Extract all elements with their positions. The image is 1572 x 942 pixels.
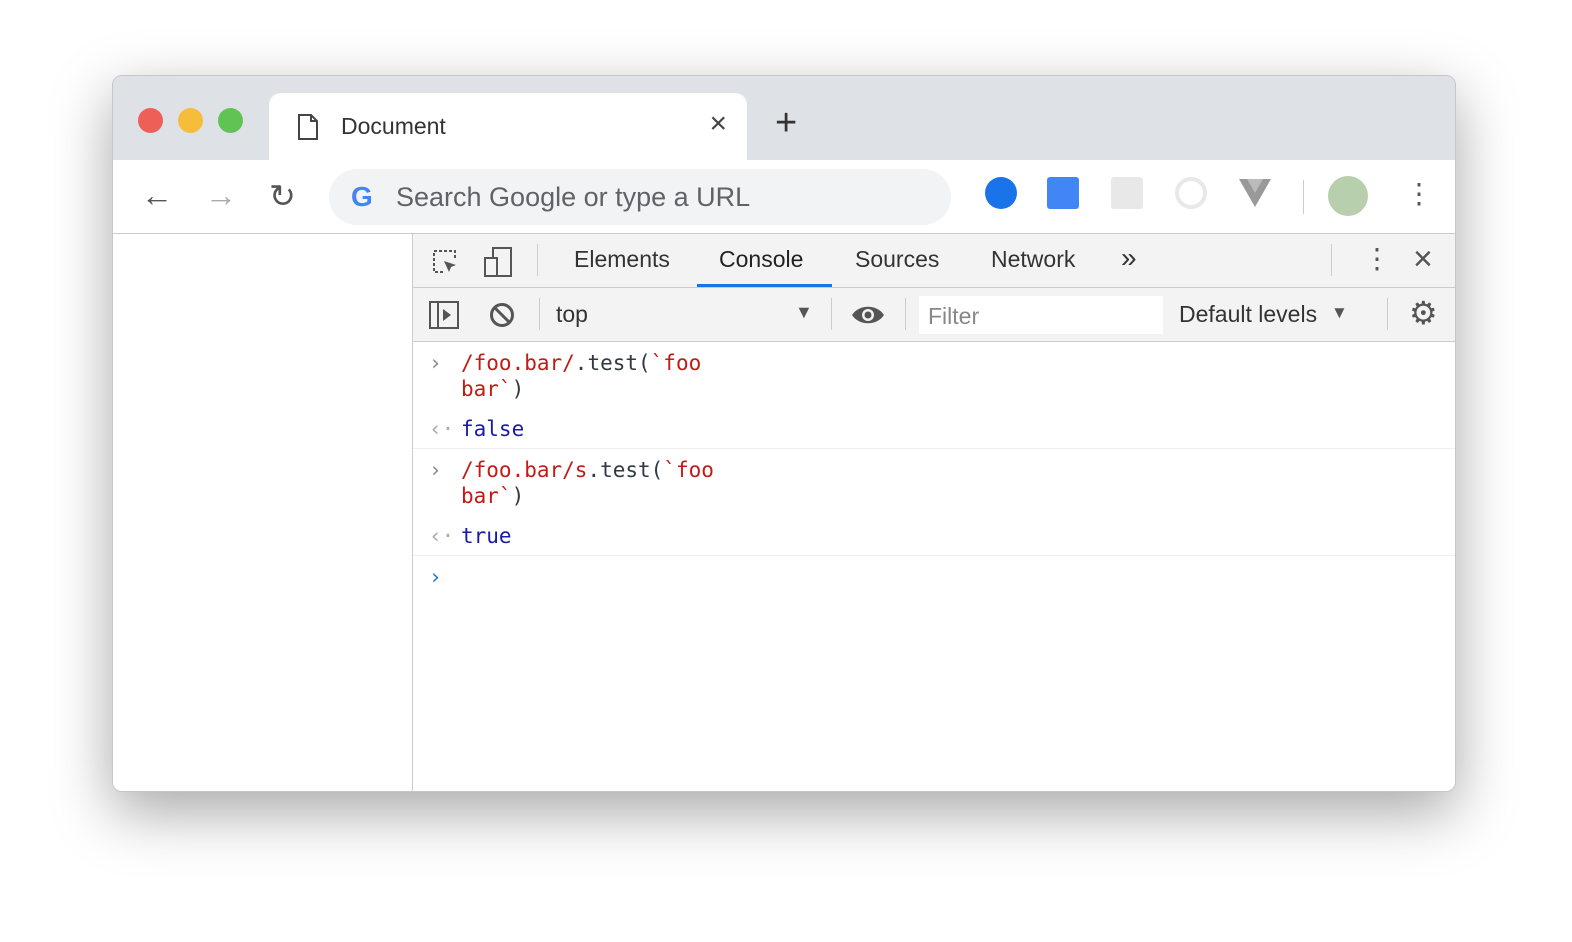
regex-literal: /foo.bar/ [461,351,575,375]
divider [831,298,832,330]
browser-menu-icon[interactable]: ⋮ [1405,177,1433,210]
input-prompt-icon: › [429,351,442,375]
filter-placeholder: Filter [928,303,980,329]
log-levels-dropdown[interactable]: Default levels [1179,301,1317,328]
extension-circle-icon[interactable] [1175,177,1207,209]
inspect-element-icon[interactable] [431,248,459,276]
regex-literal: /foo.bar/s [461,458,588,482]
reload-button[interactable]: ↻ [269,177,296,215]
console-input-entry: › /foo.bar/s.test(`foo bar`) [413,449,1455,515]
tab-title: Document [341,113,446,139]
google-icon: G [351,181,373,212]
string-literal: bar` [461,377,512,401]
console-prompt-input[interactable]: › [413,556,1455,791]
code-text: ) [511,484,525,508]
forward-button[interactable]: → [205,177,237,214]
divider [537,244,538,276]
console-result-entry: ‹· false [413,408,1455,449]
result-arrow-icon: ‹· [429,417,455,441]
profile-avatar[interactable] [1328,176,1368,216]
tab-strip: Document × + [113,76,1455,160]
omnibox[interactable]: G Search Google or type a URL [329,169,951,225]
divider [905,298,906,330]
document-icon [298,114,318,140]
new-tab-button[interactable]: + [775,102,797,145]
close-window-button[interactable] [138,108,163,133]
vue-devtools-icon[interactable] [1239,177,1271,209]
tab-console[interactable]: Console [719,246,803,273]
code-text: .test( [574,351,651,375]
code-text: ) [511,377,525,401]
minimize-window-button[interactable] [178,108,203,133]
tab-elements[interactable]: Elements [574,246,670,273]
tab-network[interactable]: Network [991,246,1075,273]
react-devtools-icon[interactable] [1111,177,1143,209]
page-content [113,234,413,791]
console-toolbar: top ▼ Filter Default levels ▼ ⚙ [413,288,1455,342]
browser-window: Document × + ← → ↻ G Search Google or ty… [112,75,1456,792]
divider [1331,244,1332,276]
device-toolbar-icon[interactable] [483,246,515,278]
tab-sources[interactable]: Sources [855,246,939,273]
filter-input[interactable]: Filter [919,296,1163,334]
devtools-tab-bar: Elements Console Sources Network » ⋮ × [413,234,1455,288]
prompt-chevron-icon: › [429,565,442,589]
context-dropdown-icon[interactable]: ▼ [795,302,813,323]
context-selector[interactable]: top [556,301,588,328]
devtools-panel: Elements Console Sources Network » ⋮ × t… [413,234,1455,791]
devtools-menu-icon[interactable]: ⋮ [1363,242,1391,275]
clear-console-icon[interactable] [489,302,515,328]
more-tabs-button[interactable]: » [1121,242,1137,274]
extension-blue-icon[interactable] [985,177,1017,209]
string-literal: `foo [663,458,714,482]
string-literal: bar` [461,484,512,508]
active-tab-indicator [697,284,832,287]
divider [1387,298,1388,330]
tab-document[interactable]: Document × [269,93,747,160]
code-text: .test( [587,458,664,482]
live-expression-eye-icon[interactable] [851,304,885,326]
devtools-close-button[interactable]: × [1413,240,1433,279]
console-settings-gear-icon[interactable]: ⚙ [1409,294,1438,332]
google-translate-icon[interactable] [1047,177,1079,209]
console-output: › /foo.bar/.test(`foo bar`) ‹· false › /… [413,342,1455,791]
string-literal: `foo [650,351,702,375]
result-arrow-icon: ‹· [429,524,455,548]
omnibox-placeholder: Search Google or type a URL [396,182,751,212]
browser-toolbar: ← → ↻ G Search Google or type a URL ⋮ [113,160,1455,234]
toolbar-divider [1303,180,1304,214]
console-result-entry: ‹· true [413,515,1455,556]
tab-close-button[interactable]: × [709,107,727,141]
levels-dropdown-icon: ▼ [1331,303,1348,322]
sidebar-toggle-icon[interactable] [429,301,459,329]
result-value: true [461,524,512,548]
input-prompt-icon: › [429,458,442,482]
divider [539,298,540,330]
maximize-window-button[interactable] [218,108,243,133]
result-value: false [461,417,525,441]
back-button[interactable]: ← [141,177,173,214]
console-input-entry: › /foo.bar/.test(`foo bar`) [413,342,1455,408]
